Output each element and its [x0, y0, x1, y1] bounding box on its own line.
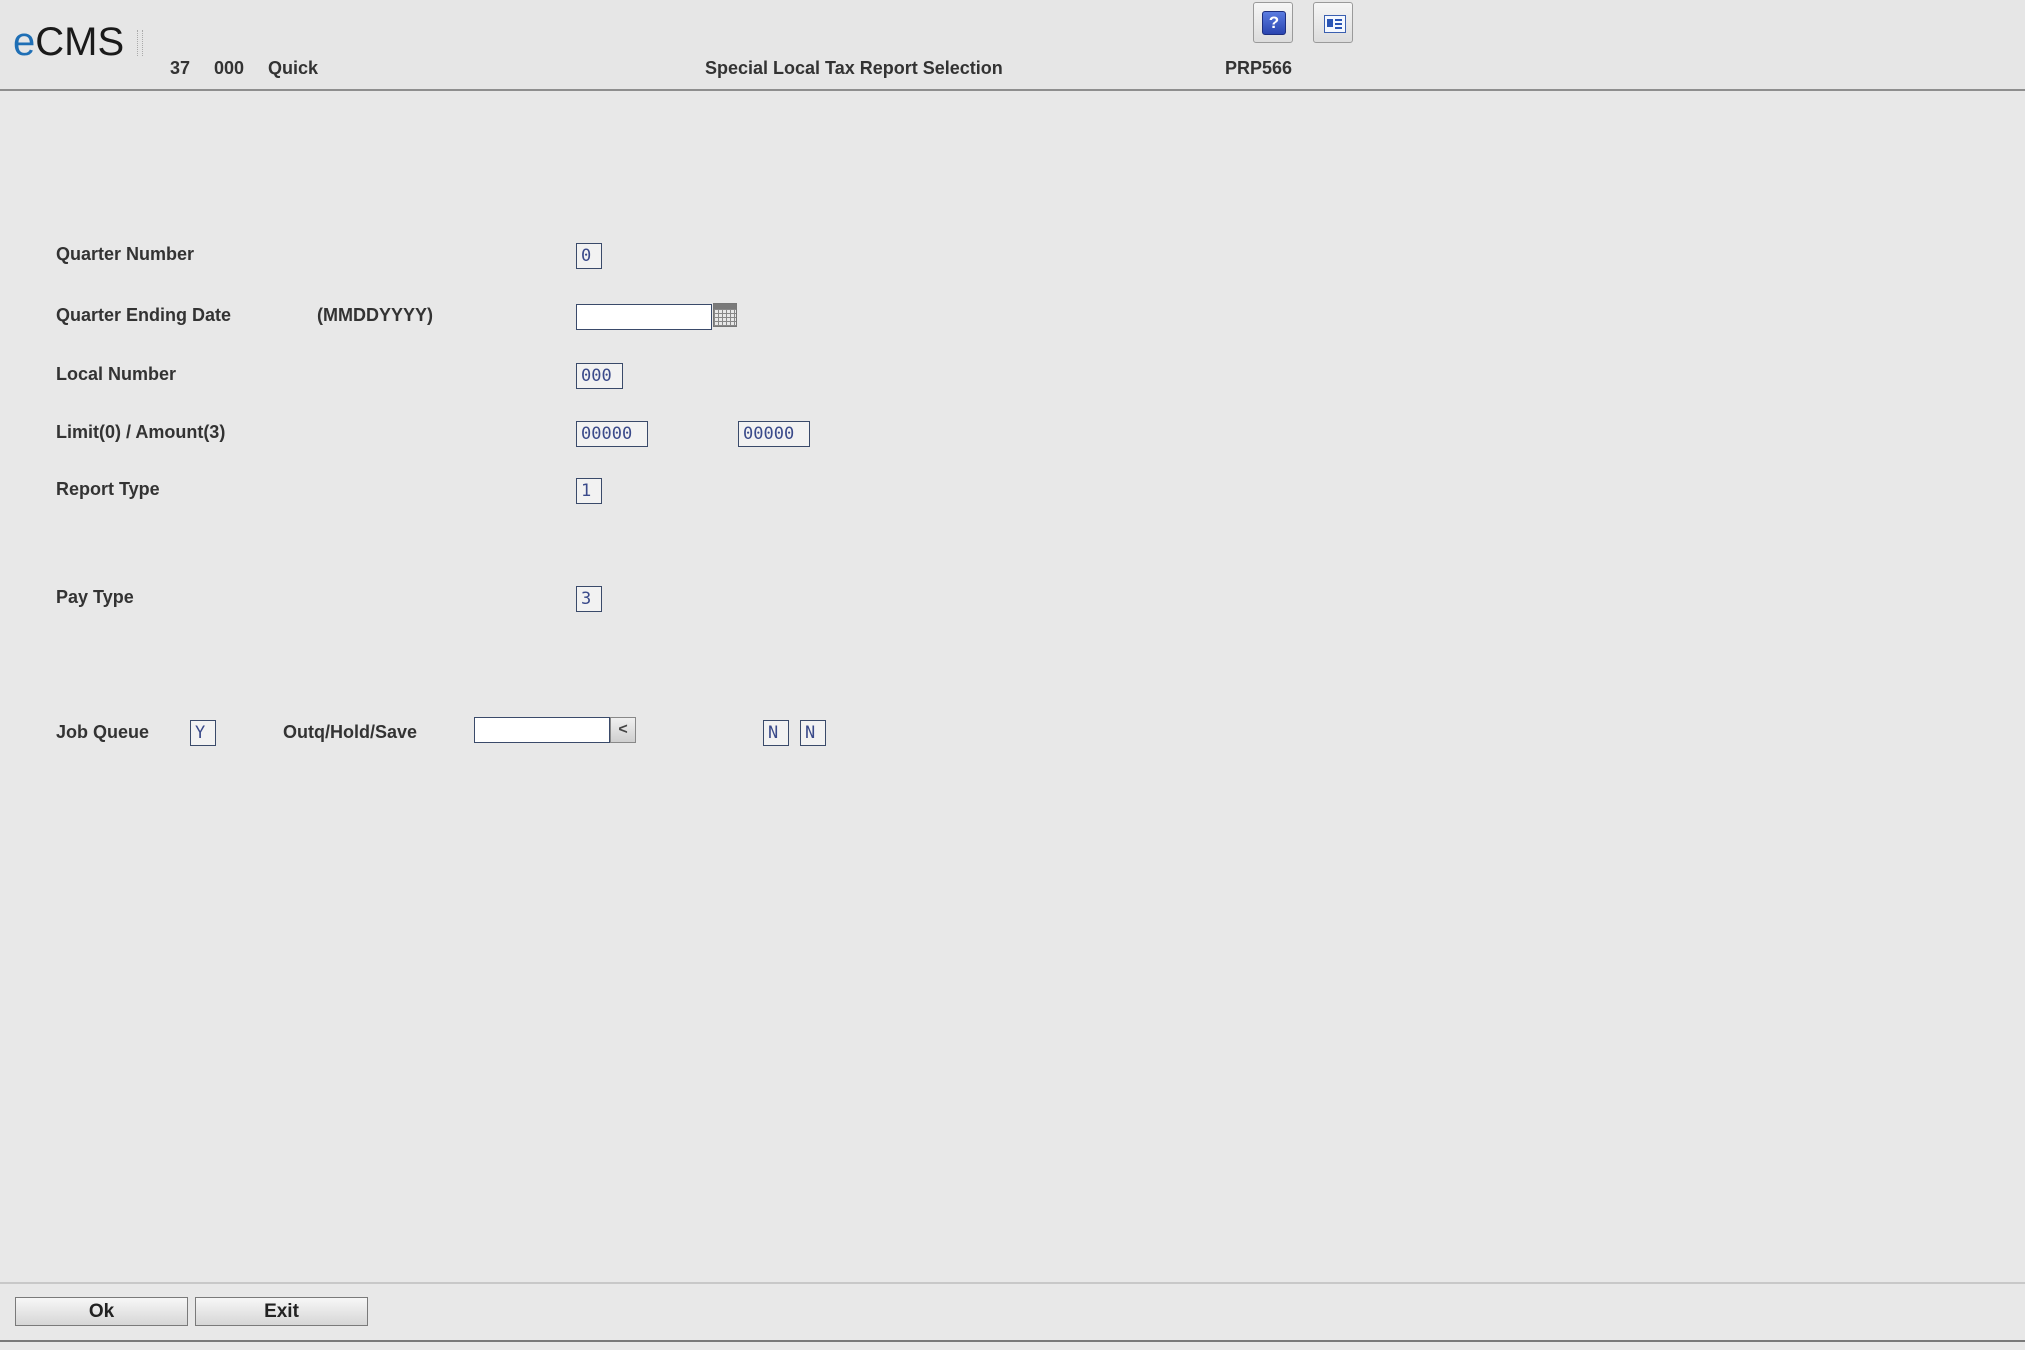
local-number-field[interactable]: 000 — [576, 363, 623, 389]
hold-field[interactable]: N — [763, 720, 789, 746]
footer-bottom-border — [0, 1340, 2025, 1342]
quarter-ending-date-field[interactable] — [576, 304, 712, 330]
logo-divider — [137, 30, 143, 56]
footer-divider — [0, 1282, 2025, 1284]
ok-button[interactable]: Ok — [15, 1297, 188, 1326]
program-id: PRP566 — [1225, 58, 1293, 78]
division-number: 000 — [214, 58, 245, 78]
outq-field[interactable] — [474, 717, 610, 743]
limit-field[interactable]: 00000 — [576, 421, 648, 447]
pay-type-field[interactable]: 3 — [576, 586, 602, 612]
job-queue-label: Job Queue — [56, 722, 150, 742]
company-number: 37 — [170, 58, 191, 78]
help-icon: ? — [1262, 11, 1286, 35]
quarter-number-field[interactable]: 0 — [576, 243, 602, 269]
date-format-hint: (MMDDYYYY) — [317, 305, 433, 325]
outq-lookup-button[interactable]: < — [610, 717, 636, 743]
mode-label: Quick — [268, 58, 319, 78]
help-button[interactable]: ? — [1253, 2, 1293, 43]
screen-layout-button[interactable] — [1313, 2, 1353, 43]
outq-hold-save-label: Outq/Hold/Save — [283, 722, 418, 742]
amount-field[interactable]: 00000 — [738, 421, 810, 447]
ecms-logo: eCMS — [13, 20, 125, 64]
quarter-number-label: Quarter Number — [56, 244, 195, 264]
header-bar: eCMS 37 000 Quick Special Local Tax Repo… — [0, 0, 2025, 91]
pay-type-label: Pay Type — [56, 587, 134, 607]
job-queue-field[interactable]: Y — [190, 720, 216, 746]
report-type-field[interactable]: 1 — [576, 478, 602, 504]
limit-amount-label: Limit(0) / Amount(3) — [56, 422, 226, 442]
quarter-ending-date-label: Quarter Ending Date — [56, 305, 232, 325]
report-type-label: Report Type — [56, 479, 160, 499]
save-field[interactable]: N — [800, 720, 826, 746]
exit-button[interactable]: Exit — [195, 1297, 368, 1326]
local-number-label: Local Number — [56, 364, 177, 384]
screen-layout-icon — [1324, 15, 1346, 33]
calendar-icon[interactable] — [713, 303, 737, 327]
page-title: Special Local Tax Report Selection — [705, 58, 1003, 78]
